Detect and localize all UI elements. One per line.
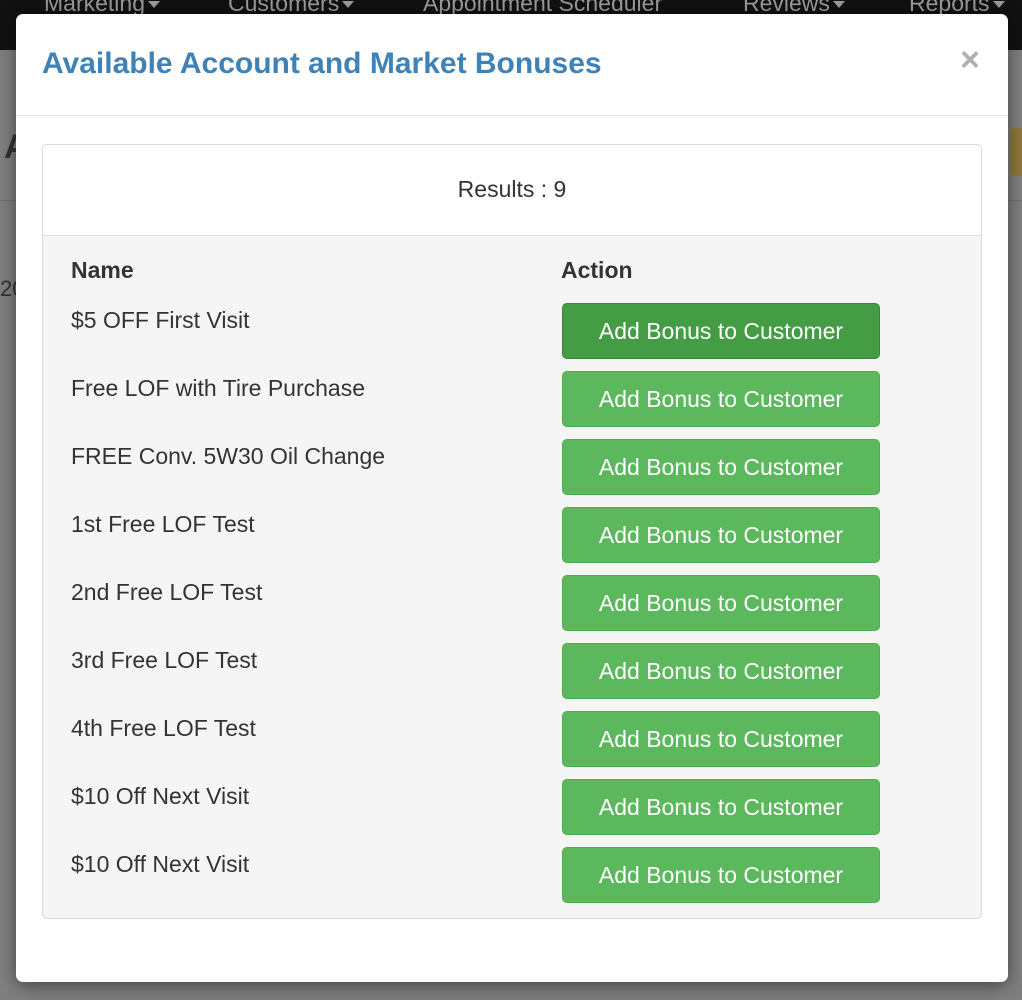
close-icon[interactable]: × [953, 40, 987, 80]
add-bonus-button[interactable]: Add Bonus to Customer [562, 371, 880, 427]
caret-down-icon [832, 1, 845, 9]
panel-heading: Results : 9 [43, 145, 981, 236]
caret-down-icon [147, 1, 160, 9]
add-bonus-button[interactable]: Add Bonus to Customer [562, 711, 880, 767]
caret-down-icon [992, 1, 1005, 9]
background-button-fragment [1010, 128, 1022, 176]
column-header-action: Action [561, 257, 633, 283]
modal-header: Available Account and Market Bonuses × [16, 14, 1008, 116]
modal-title: Available Account and Market Bonuses [42, 47, 602, 80]
results-count: Results : 9 [457, 176, 567, 202]
add-bonus-button[interactable]: Add Bonus to Customer [562, 575, 880, 631]
bonuses-modal: Available Account and Market Bonuses × R… [16, 14, 1008, 982]
bonus-name: 1st Free LOF Test [71, 511, 255, 537]
caret-down-icon [342, 1, 355, 9]
bonus-name: $10 Off Next Visit [71, 851, 250, 877]
bonus-name: $10 Off Next Visit [71, 783, 250, 809]
results-panel: Results : 9 Name Action $5 OFF First Vis… [42, 144, 982, 919]
bonus-name: 2nd Free LOF Test [71, 579, 263, 605]
add-bonus-button[interactable]: Add Bonus to Customer [562, 847, 880, 903]
add-bonus-button[interactable]: Add Bonus to Customer [562, 439, 880, 495]
add-bonus-button[interactable]: Add Bonus to Customer [562, 507, 880, 563]
bonus-name: 3rd Free LOF Test [71, 647, 258, 673]
bonus-name: FREE Conv. 5W30 Oil Change [71, 443, 386, 469]
bonus-name: 4th Free LOF Test [71, 715, 256, 741]
bonus-name: $5 OFF First Visit [71, 307, 250, 333]
add-bonus-button[interactable]: Add Bonus to Customer [562, 779, 880, 835]
add-bonus-button[interactable]: Add Bonus to Customer [562, 303, 880, 359]
bonus-name: Free LOF with Tire Purchase [71, 375, 365, 401]
add-bonus-button[interactable]: Add Bonus to Customer [562, 643, 880, 699]
column-header-name: Name [71, 257, 134, 283]
